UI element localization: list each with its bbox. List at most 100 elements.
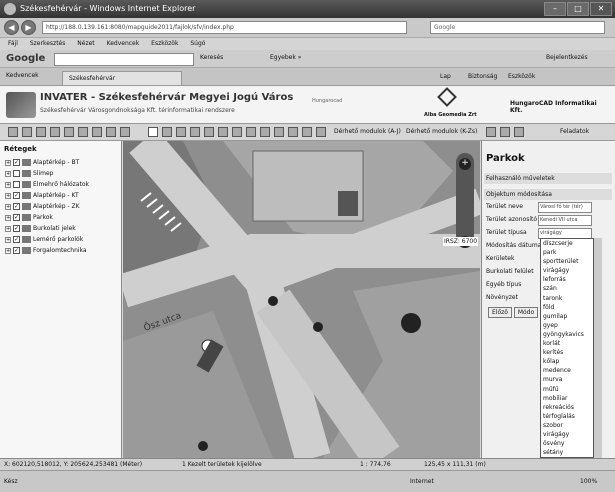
type-dropdown-list[interactable]: díszcserje park sportterület virágágy le… — [540, 238, 594, 458]
dropdown-scrollbar[interactable] — [594, 238, 602, 458]
option[interactable]: medence — [541, 366, 593, 375]
forward-icon[interactable]: ▶ — [21, 20, 36, 35]
select-radius-icon[interactable] — [162, 127, 172, 137]
checkbox[interactable]: ✓ — [13, 192, 20, 199]
option[interactable]: sétány — [541, 448, 593, 457]
search-icon[interactable] — [288, 127, 298, 137]
option[interactable]: kőlap — [541, 357, 593, 366]
section-user-actions[interactable]: Felhasználó műveletek — [484, 173, 612, 184]
option[interactable]: gyöngykavics — [541, 330, 593, 339]
option[interactable]: korlát — [541, 339, 593, 348]
layer-item[interactable]: + ✓ Parkok — [5, 214, 53, 224]
option[interactable]: virágágy — [541, 430, 593, 439]
field-input[interactable]: Városi fő tér (tér) — [538, 202, 592, 213]
expand-icon[interactable]: + — [5, 181, 11, 188]
more-button[interactable]: Egyebek » — [270, 54, 301, 61]
clear-selection-icon[interactable] — [190, 127, 200, 137]
checkbox[interactable]: ✓ — [13, 214, 20, 221]
buffer-icon[interactable] — [218, 127, 228, 137]
option[interactable]: rekreációs — [541, 403, 593, 412]
next-view-icon[interactable] — [106, 127, 116, 137]
home-icon[interactable] — [514, 127, 524, 137]
option[interactable]: szán — [541, 284, 593, 293]
option[interactable]: díszcserje — [541, 239, 593, 248]
option[interactable]: virágágy — [541, 266, 593, 275]
checkbox[interactable]: ✓ — [13, 225, 20, 232]
option[interactable]: föld — [541, 303, 593, 312]
nav-back-icon[interactable] — [486, 127, 496, 137]
expand-icon[interactable]: + — [5, 247, 11, 254]
search-box[interactable]: Google — [430, 21, 605, 34]
layer-item[interactable]: + Elmehrő hálózatok — [5, 181, 89, 191]
option[interactable]: mobiliar — [541, 394, 593, 403]
expand-icon[interactable]: + — [5, 159, 11, 166]
option[interactable]: kerítés — [541, 348, 593, 357]
checkbox[interactable]: ✓ — [13, 247, 20, 254]
option[interactable]: taronk — [541, 294, 593, 303]
refresh-icon[interactable] — [78, 127, 88, 137]
tasks-dropdown[interactable]: Feladatok — [560, 127, 589, 138]
google-search-button[interactable]: Keresés — [200, 54, 223, 61]
layer-item[interactable]: + ✓ Forgalomtechnika — [5, 247, 87, 257]
option[interactable]: műfű — [541, 385, 593, 394]
checkbox[interactable]: ✓ — [13, 159, 20, 166]
section-edit-object[interactable]: Objektum módosítása — [484, 189, 612, 200]
signin-link[interactable]: Bejelentkezés — [546, 54, 588, 61]
tab-page[interactable]: Székesfehérvár — [62, 71, 182, 85]
nav-forward-icon[interactable] — [500, 127, 510, 137]
page-menu[interactable]: Lap — [440, 73, 451, 80]
layer-item[interactable]: + ✓ Alaptérkép - BT — [5, 159, 79, 169]
minimize-button[interactable]: – — [544, 2, 566, 16]
google-search-input[interactable] — [54, 53, 194, 66]
zoom-in-icon[interactable] — [22, 127, 32, 137]
checkbox[interactable] — [13, 181, 20, 188]
expand-icon[interactable]: + — [5, 170, 11, 177]
favorites-button[interactable]: Kedvencek — [6, 72, 39, 79]
option[interactable]: gyep — [541, 321, 593, 330]
zoom-plus-icon[interactable]: + — [459, 158, 471, 170]
checkbox[interactable] — [13, 170, 20, 177]
menu-item[interactable]: Fájl — [8, 40, 18, 47]
option[interactable]: sportterület — [541, 257, 593, 266]
query-icon[interactable] — [232, 127, 242, 137]
menu-item[interactable]: Kedvencek — [107, 40, 140, 47]
layer-item[interactable]: + ✓ Burkolati jelek — [5, 225, 76, 235]
expand-icon[interactable]: + — [5, 203, 11, 210]
zoom-out-icon[interactable] — [36, 127, 46, 137]
edit-icon[interactable] — [302, 127, 312, 137]
modules-dropdown-kzs[interactable]: Dérhető modulok (K-Zs) — [406, 127, 477, 138]
checkbox[interactable]: ✓ — [13, 236, 20, 243]
option[interactable]: park — [541, 248, 593, 257]
layer-item[interactable]: + ✓ Alaptérkép - KT — [5, 192, 79, 202]
option[interactable]: murva — [541, 375, 593, 384]
prev-button[interactable]: Előző — [488, 307, 512, 318]
expand-icon[interactable]: + — [5, 225, 11, 232]
map-view[interactable]: Ősz utca + − IRSZ: 6700 — [123, 141, 480, 458]
expand-icon[interactable]: + — [5, 214, 11, 221]
filter-icon[interactable] — [246, 127, 256, 137]
layer-item[interactable]: + Slimep — [5, 170, 54, 180]
pan-icon[interactable] — [64, 127, 74, 137]
measure-icon[interactable] — [204, 127, 214, 137]
modules-dropdown-aj[interactable]: Dérhető modulok (A-J) — [334, 127, 401, 138]
layer-item[interactable]: + ✓ Lemérő parkolók — [5, 236, 83, 246]
map-canvas[interactable]: Ősz utca — [123, 141, 480, 458]
previous-view-icon[interactable] — [92, 127, 102, 137]
option[interactable]: szobor — [541, 421, 593, 430]
menu-item[interactable]: Nézet — [77, 40, 94, 47]
zoom-window-icon[interactable] — [50, 127, 60, 137]
tools-menu[interactable]: Eszközök — [508, 73, 535, 80]
modify-button[interactable]: Módo — [514, 307, 538, 318]
select-arrow-icon[interactable] — [148, 127, 158, 137]
checkbox[interactable]: ✓ — [13, 203, 20, 210]
menu-item[interactable]: Szerkesztés — [30, 40, 66, 47]
maximize-button[interactable]: □ — [567, 2, 589, 16]
field-input[interactable]: Kenedi VII utca — [538, 215, 592, 226]
report-icon[interactable] — [274, 127, 284, 137]
menu-item[interactable]: Súgó — [190, 40, 205, 47]
expand-icon[interactable]: + — [5, 236, 11, 243]
option[interactable]: gumilap — [541, 312, 593, 321]
select-polygon-icon[interactable] — [176, 127, 186, 137]
menu-item[interactable]: Eszközök — [151, 40, 178, 47]
close-button[interactable]: ✕ — [590, 2, 612, 16]
